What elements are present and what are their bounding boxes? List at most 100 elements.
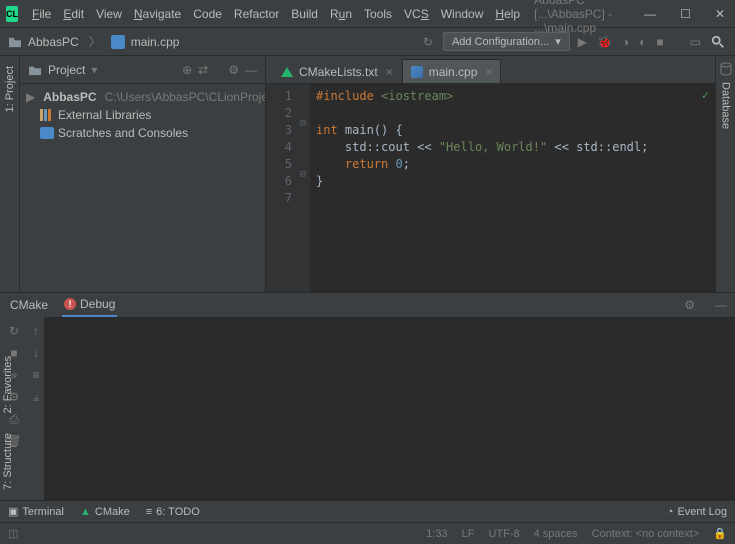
layout-icon[interactable]: ▭ xyxy=(688,33,703,51)
cpp-file-icon xyxy=(111,35,125,49)
close-icon[interactable]: × xyxy=(386,65,393,79)
code-text[interactable]: #include <iostream> int main() { std::co… xyxy=(310,84,715,292)
editor: CMakeLists.txt × main.cpp × 1 2 3 4 5 6 … xyxy=(266,56,715,292)
error-icon: ! xyxy=(64,298,76,310)
menu-view[interactable]: View xyxy=(90,3,128,25)
status-encoding[interactable]: UTF-8 xyxy=(488,528,519,540)
menu-help[interactable]: Help xyxy=(489,3,526,25)
status-indent[interactable]: 4 spaces xyxy=(534,528,578,540)
filter-icon[interactable]: ≡ xyxy=(28,367,44,383)
code-area[interactable]: 1 2 3 4 5 6 7 ⊟ ⊟ #include <iostream> in… xyxy=(266,84,715,292)
database-side-tab[interactable]: Database xyxy=(720,82,732,129)
title-path: AbbasPC [...\AbbasPC] - ...\main.cpp xyxy=(534,0,640,35)
debug-icon[interactable]: 🐞 xyxy=(595,33,614,51)
stop-icon[interactable]: ■ xyxy=(654,33,665,51)
cmake-icon: ▲ xyxy=(80,506,91,518)
close-icon[interactable]: ✕ xyxy=(711,7,729,21)
menu-refactor[interactable]: Refactor xyxy=(228,3,285,25)
bottom-tab-eventlog[interactable]: ◔ Event Log xyxy=(667,506,727,518)
panel-title: Project xyxy=(48,63,85,77)
maximize-icon[interactable]: ☐ xyxy=(676,7,695,21)
tree-root[interactable]: ▶ AbbasPC C:\Users\AbbasPC\CLionProjects… xyxy=(20,88,265,106)
menu-code[interactable]: Code xyxy=(187,3,228,25)
terminal-icon: ▣ xyxy=(8,505,18,518)
breadcrumb-file[interactable]: main.cpp xyxy=(131,35,180,49)
tab-label: main.cpp xyxy=(429,65,478,79)
split-icon[interactable]: ⇄ xyxy=(198,63,208,77)
up-arrow-icon[interactable]: ↑ xyxy=(28,323,44,339)
coverage-icon[interactable]: ◑ xyxy=(620,33,631,51)
chevron-down-icon: ▾ xyxy=(555,35,561,48)
status-pos[interactable]: 1:33 xyxy=(426,528,447,540)
menu-vcs[interactable]: VCS xyxy=(398,3,435,25)
scratches-icon xyxy=(40,127,54,139)
bottom-tab-terminal[interactable]: ▣ Terminal xyxy=(8,505,64,518)
tree-scratches[interactable]: Scratches and Consoles xyxy=(20,124,265,142)
left-sidebar-rail: 1: Project xyxy=(0,56,20,292)
menu-navigate[interactable]: Navigate xyxy=(128,3,187,25)
project-tree: ▶ AbbasPC C:\Users\AbbasPC\CLionProjects… xyxy=(20,84,265,146)
run-icon[interactable]: ▶ xyxy=(576,33,589,51)
structure-side-tab[interactable]: 7: Structure xyxy=(0,423,20,500)
bottom-tab-cmake[interactable]: ▲ CMake xyxy=(80,506,130,518)
down-arrow-icon[interactable]: ↓ xyxy=(28,345,44,361)
title-bar: CL File Edit View Navigate Code Refactor… xyxy=(0,0,735,28)
tool-panel: CMake ! Debug ⚙ — ↻↑ ■↓ »≡ ⚙⫨ ⎙ 🗑 xyxy=(0,292,735,500)
sliders-icon[interactable]: ⫨ xyxy=(28,389,44,405)
tab-label: CMakeLists.txt xyxy=(299,65,378,79)
gear-icon[interactable]: ⚙ xyxy=(228,63,239,77)
breadcrumb-root[interactable]: AbbasPC xyxy=(28,35,79,49)
status-context[interactable]: Context: <no context> xyxy=(592,528,700,540)
lock-icon[interactable]: 🔒 xyxy=(713,527,727,540)
right-sidebar-rail: Database xyxy=(715,56,735,292)
expand-icon[interactable]: ▶ xyxy=(26,90,35,104)
project-panel: Project ▾ ⊕ ⇄ ⚙ — ▶ AbbasPC C:\Users\Abb… xyxy=(20,56,266,292)
breadcrumb-sep: 〉 xyxy=(89,33,101,50)
database-icon[interactable] xyxy=(719,62,733,76)
project-icon xyxy=(28,64,42,76)
close-icon[interactable]: × xyxy=(485,65,492,79)
eventlog-icon: ◔ xyxy=(667,506,674,518)
menu-edit[interactable]: Edit xyxy=(57,3,90,25)
bottom-tabs: ▣ Terminal ▲ CMake ≡ 6: TODO ◔ Event Log xyxy=(0,500,735,522)
project-side-tab[interactable]: 1: Project xyxy=(2,56,18,122)
refresh-icon[interactable]: ↻ xyxy=(419,33,437,51)
fold-gutter: ⊟ ⊟ xyxy=(298,84,310,292)
bottom-tab-todo[interactable]: ≡ 6: TODO xyxy=(146,506,200,518)
nav-bar: AbbasPC 〉 main.cpp ↻ Add Configuration..… xyxy=(0,28,735,56)
todo-icon: ≡ xyxy=(146,506,152,518)
app-logo: CL xyxy=(6,6,18,22)
status-linesep[interactable]: LF xyxy=(462,528,475,540)
menu-run[interactable]: Run xyxy=(324,3,358,25)
chevron-down-icon[interactable]: ▾ xyxy=(91,63,97,77)
run-config-dropdown[interactable]: Add Configuration... ▾ xyxy=(443,32,570,51)
check-icon: ✓ xyxy=(702,88,709,102)
menu-build[interactable]: Build xyxy=(285,3,324,25)
target-icon[interactable]: ⊕ xyxy=(182,63,192,77)
status-corner-icon[interactable]: ◫ xyxy=(8,527,18,540)
profile-icon[interactable]: ◐ xyxy=(637,33,648,51)
tab-cmakelists[interactable]: CMakeLists.txt × xyxy=(272,59,402,83)
rerun-icon[interactable]: ↻ xyxy=(6,323,22,339)
menu-file[interactable]: File xyxy=(26,3,57,25)
menu-tools[interactable]: Tools xyxy=(358,3,398,25)
menu-window[interactable]: Window xyxy=(435,3,490,25)
tool-output xyxy=(44,317,735,500)
tree-external-libs[interactable]: External Libraries xyxy=(20,106,265,124)
line-gutter: 1 2 3 4 5 6 7 xyxy=(266,84,298,292)
minimize-icon[interactable]: — xyxy=(640,7,660,21)
tab-maincpp[interactable]: main.cpp × xyxy=(402,59,502,83)
minimize-icon[interactable]: — xyxy=(715,298,727,312)
tool-tab-debug[interactable]: ! Debug xyxy=(62,293,117,317)
editor-tabs: CMakeLists.txt × main.cpp × xyxy=(266,56,715,84)
search-icon[interactable] xyxy=(709,33,727,51)
favorites-side-tab[interactable]: 2: Favorites xyxy=(0,346,20,423)
cmake-icon xyxy=(281,67,293,77)
tool-tab-cmake[interactable]: CMake xyxy=(8,294,50,316)
libraries-icon xyxy=(40,109,54,121)
cpp-file-icon xyxy=(411,66,423,78)
folder-icon xyxy=(8,36,22,48)
config-label: Add Configuration... xyxy=(452,36,549,48)
minimize-icon[interactable]: — xyxy=(245,63,257,77)
gear-icon[interactable]: ⚙ xyxy=(684,298,695,312)
